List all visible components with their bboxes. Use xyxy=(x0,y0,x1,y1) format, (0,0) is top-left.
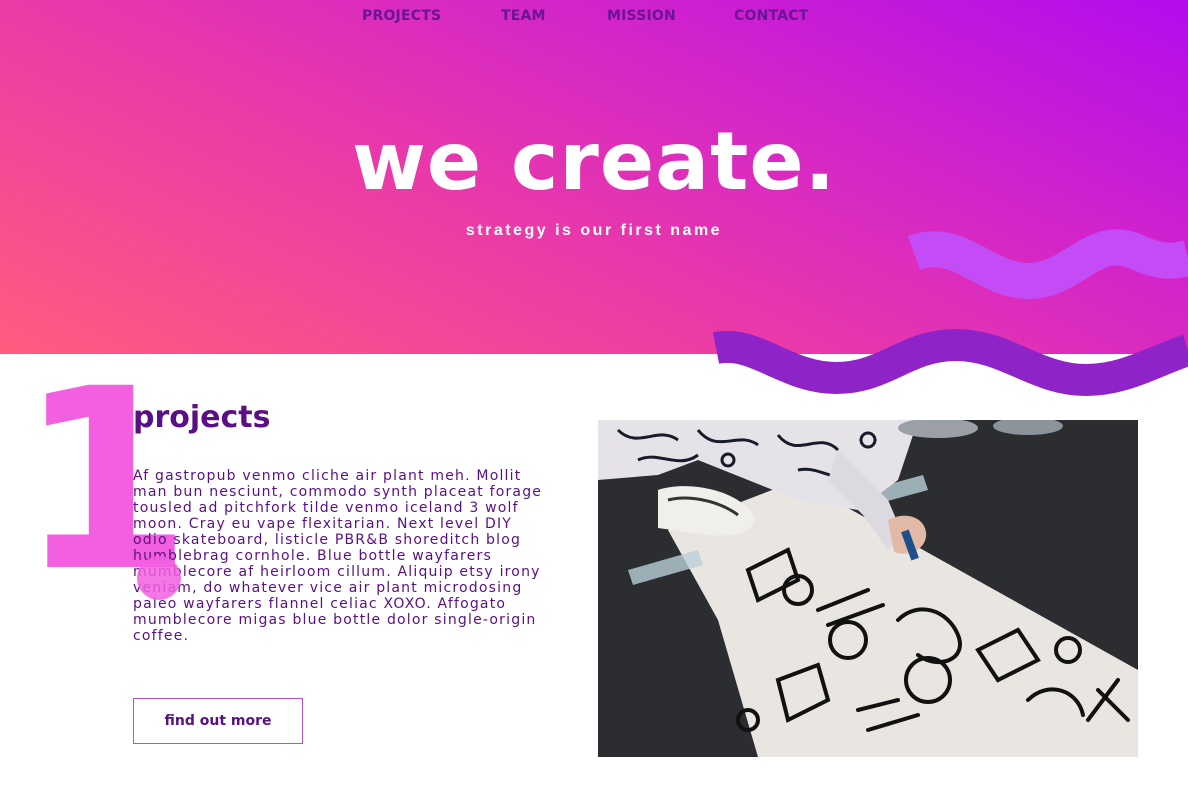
nav-link-team[interactable]: TEAM xyxy=(501,8,546,24)
find-out-more-button[interactable]: find out more xyxy=(133,698,303,744)
section-body-text: Af gastropub venmo cliche air plant meh.… xyxy=(133,468,543,644)
wave-decoration-dark xyxy=(712,328,1188,397)
project-photo xyxy=(598,420,1138,757)
hero-title: we create. xyxy=(351,115,837,208)
nav-link-contact[interactable]: CONTACT xyxy=(734,8,808,24)
top-nav: PROJECTS TEAM MISSION CONTACT xyxy=(0,8,1188,28)
wave-decoration-light xyxy=(907,229,1188,300)
section-title: projects xyxy=(133,400,271,435)
street-art-illustration xyxy=(598,420,1138,757)
nav-link-mission[interactable]: MISSION xyxy=(607,8,676,24)
nav-link-projects[interactable]: PROJECTS xyxy=(362,8,441,24)
cursor-dot-decoration xyxy=(137,556,181,600)
hero-banner: PROJECTS TEAM MISSION CONTACT we create.… xyxy=(0,0,1188,397)
